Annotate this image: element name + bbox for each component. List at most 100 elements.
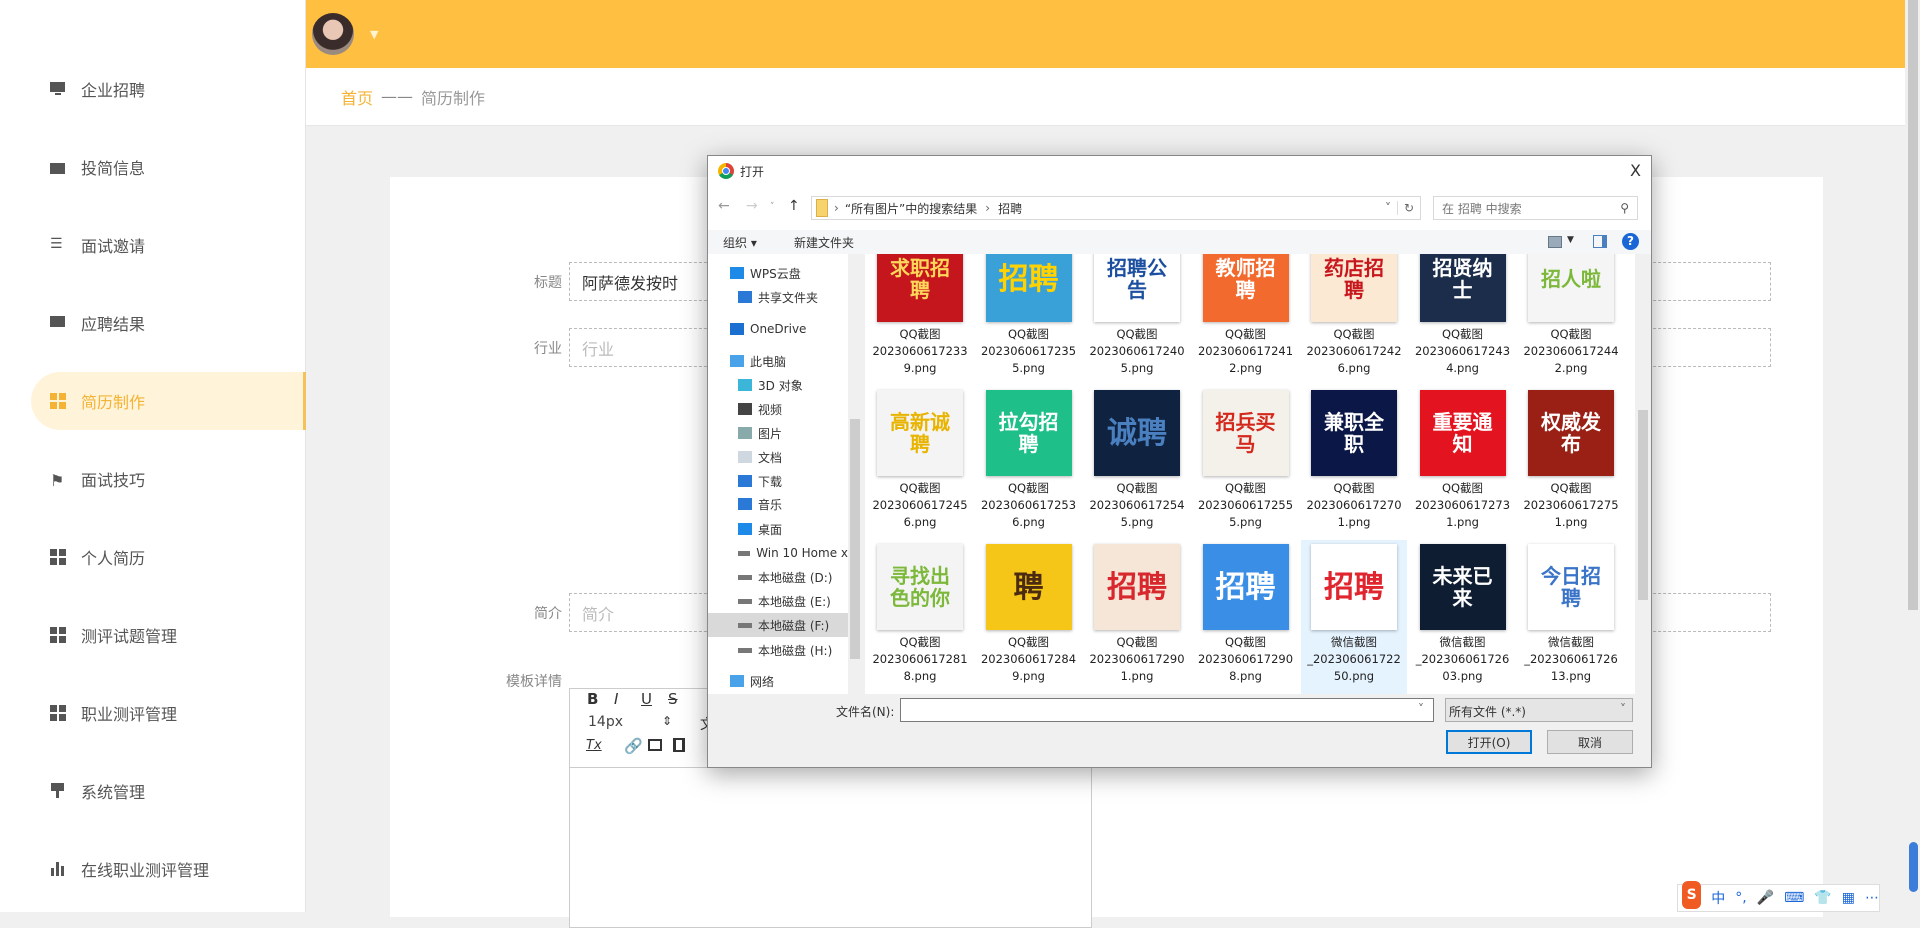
sliders-icon: ☰: [50, 236, 63, 252]
ime-punctuation-icon[interactable]: °,: [1735, 890, 1746, 906]
file-item[interactable]: 招兵买马 QQ截图 2023060617255 5.png: [1193, 386, 1299, 540]
file-item[interactable]: 权威发布 QQ截图 2023060617275 1.png: [1518, 386, 1624, 540]
nav-item[interactable]: 此电脑: [708, 349, 848, 373]
address-part[interactable]: 招聘: [998, 200, 1022, 217]
sidebar-item[interactable]: ⚑ 面试技巧: [31, 450, 306, 508]
breadcrumb-home[interactable]: 首页: [341, 85, 373, 109]
forward-icon[interactable]: →: [746, 198, 758, 214]
nav-item[interactable]: 下载: [708, 469, 848, 493]
nav-item[interactable]: 桌面: [708, 517, 848, 541]
address-dropdown-icon[interactable]: ˅: [1385, 201, 1397, 215]
nav-item[interactable]: OneDrive: [708, 317, 848, 341]
file-item[interactable]: 药店招聘 QQ截图 2023060617242 6.png: [1301, 254, 1407, 386]
file-item[interactable]: 教师招聘 QQ截图 2023060617241 2.png: [1193, 254, 1299, 386]
sidebar-item[interactable]: 简历制作: [31, 372, 306, 430]
sidebar-item[interactable]: 职业测评管理: [31, 684, 306, 742]
ime-more-icon[interactable]: ⋯: [1865, 890, 1879, 906]
back-icon[interactable]: ←: [718, 198, 730, 214]
filename-dropdown-icon[interactable]: ˅: [1418, 702, 1424, 716]
view-dropdown-icon[interactable]: ▼: [1567, 235, 1574, 245]
file-item[interactable]: 寻找出色的你 QQ截图 2023060617281 8.png: [867, 540, 973, 694]
sidebar-item[interactable]: 个人简历: [31, 528, 306, 586]
nav-item[interactable]: 本地磁盘 (H:): [708, 638, 848, 662]
file-type-select[interactable]: 所有文件 (*.*) ˅: [1445, 698, 1633, 722]
nav-item[interactable]: 本地磁盘 (E:): [708, 589, 848, 613]
clear-format-button[interactable]: Tx: [586, 738, 602, 753]
file-item[interactable]: 招聘 QQ截图 2023060617290 8.png: [1193, 540, 1299, 694]
file-item[interactable]: 聘 QQ截图 2023060617284 9.png: [976, 540, 1082, 694]
strike-button[interactable]: S: [668, 690, 678, 708]
refresh-icon[interactable]: ↻: [1396, 201, 1420, 215]
up-icon[interactable]: ↑: [788, 198, 800, 214]
sidebar-item[interactable]: ☰ 面试邀请: [31, 216, 306, 274]
nav-item[interactable]: 3D 对象: [708, 373, 848, 397]
link-icon[interactable]: 🔗: [624, 737, 643, 755]
file-name: QQ截图 2023060617244 2.png: [1523, 327, 1619, 375]
file-item[interactable]: 招聘公告 QQ截图 2023060617240 5.png: [1084, 254, 1190, 386]
sidebar-item[interactable]: 系统管理: [31, 762, 306, 820]
file-item[interactable]: 未来已来 微信截图 _202306061726 03.png: [1410, 540, 1516, 694]
nav-item[interactable]: 本地磁盘 (D:): [708, 565, 848, 589]
recent-chevron-icon[interactable]: ˅: [770, 202, 775, 212]
nav-item[interactable]: Win 10 Home x: [708, 541, 848, 565]
video-icon[interactable]: [673, 738, 685, 752]
underline-button[interactable]: U: [641, 690, 652, 708]
file-item[interactable]: 高新诚聘 QQ截图 2023060617245 6.png: [867, 386, 973, 540]
grid-scrollbar[interactable]: [1635, 254, 1651, 694]
file-item[interactable]: 拉勾招聘 QQ截图 2023060617253 6.png: [976, 386, 1082, 540]
cancel-button[interactable]: 取消: [1547, 730, 1633, 754]
file-item[interactable]: 重要通知 QQ截图 2023060617273 1.png: [1410, 386, 1516, 540]
image-icon[interactable]: [648, 739, 662, 751]
help-icon[interactable]: ?: [1622, 233, 1639, 250]
nav-item[interactable]: 视频: [708, 397, 848, 421]
nav-item[interactable]: 音乐: [708, 492, 848, 516]
file-item[interactable]: 兼职全职 QQ截图 2023060617270 1.png: [1301, 386, 1407, 540]
user-avatar[interactable]: [312, 13, 354, 55]
font-size-select[interactable]: 14px: [588, 714, 623, 730]
file-item[interactable]: 求职招聘 QQ截图 2023060617233 9.png: [867, 254, 973, 386]
ime-voice-icon[interactable]: 🎤: [1757, 890, 1774, 906]
search-input[interactable]: 在 招聘 中搜索 ⚲: [1433, 196, 1638, 220]
file-item[interactable]: 诚聘 QQ截图 2023060617254 5.png: [1084, 386, 1190, 540]
user-menu-caret-icon[interactable]: ▼: [370, 28, 378, 41]
file-item[interactable]: 招贤纳士 QQ截图 2023060617243 4.png: [1410, 254, 1516, 386]
filename-input[interactable]: [900, 698, 1434, 722]
file-item[interactable]: 今日招聘 微信截图 _202306061726 13.png: [1518, 540, 1624, 694]
dialog-titlebar[interactable]: 打开: [708, 156, 1651, 186]
file-name: QQ截图 2023060617273 1.png: [1414, 481, 1511, 529]
file-item[interactable]: 招聘 QQ截图 2023060617290 1.png: [1084, 540, 1190, 694]
nav-scrollbar[interactable]: [848, 254, 862, 694]
open-button[interactable]: 打开(O): [1446, 730, 1532, 754]
nav-item-label: Win 10 Home x: [756, 546, 848, 560]
italic-button[interactable]: I: [614, 690, 618, 708]
close-button[interactable]: X: [1630, 161, 1641, 180]
ime-chinese-mode[interactable]: 中: [1711, 888, 1725, 908]
file-item[interactable]: 招人啦 QQ截图 2023060617244 2.png: [1518, 254, 1624, 386]
address-bar[interactable]: › “所有图片”中的搜索结果 › 招聘 ˅ ↻: [811, 196, 1421, 220]
bold-button[interactable]: B: [587, 690, 598, 708]
preview-pane-icon[interactable]: [1593, 235, 1607, 248]
sidebar-item[interactable]: 在线职业测评管理: [31, 840, 306, 898]
address-part[interactable]: “所有图片”中的搜索结果: [845, 200, 977, 217]
organize-menu[interactable]: 组织 ▾: [723, 234, 757, 251]
nav-item[interactable]: 共享文件夹: [708, 285, 848, 309]
file-item[interactable]: 招聘 微信截图 _202306061722 50.png: [1301, 540, 1407, 694]
page-scrollbar[interactable]: [1905, 0, 1920, 912]
ime-toolbox-icon[interactable]: ▦: [1842, 890, 1855, 906]
sogou-logo-icon[interactable]: S: [1682, 881, 1702, 909]
nav-item[interactable]: 网络: [708, 669, 848, 693]
sidebar-item[interactable]: 企业招聘: [31, 60, 306, 118]
sidebar-item[interactable]: 测评试题管理: [31, 606, 306, 664]
new-folder-button[interactable]: 新建文件夹: [794, 234, 854, 251]
file-item[interactable]: 招聘 QQ截图 2023060617235 5.png: [976, 254, 1082, 386]
view-options-icon[interactable]: [1548, 236, 1562, 248]
nav-item[interactable]: 文档: [708, 445, 848, 469]
nav-item[interactable]: 图片: [708, 421, 848, 445]
nav-item-label: 视频: [758, 402, 783, 417]
nav-item[interactable]: 本地磁盘 (F:): [708, 613, 848, 637]
sidebar-item[interactable]: 投简信息: [31, 138, 306, 196]
nav-item[interactable]: WPS云盘: [708, 261, 848, 285]
sidebar-item[interactable]: 应聘结果: [31, 294, 306, 352]
ime-skin-icon[interactable]: 👕: [1814, 890, 1831, 906]
ime-keyboard-icon[interactable]: ⌨: [1784, 890, 1804, 906]
